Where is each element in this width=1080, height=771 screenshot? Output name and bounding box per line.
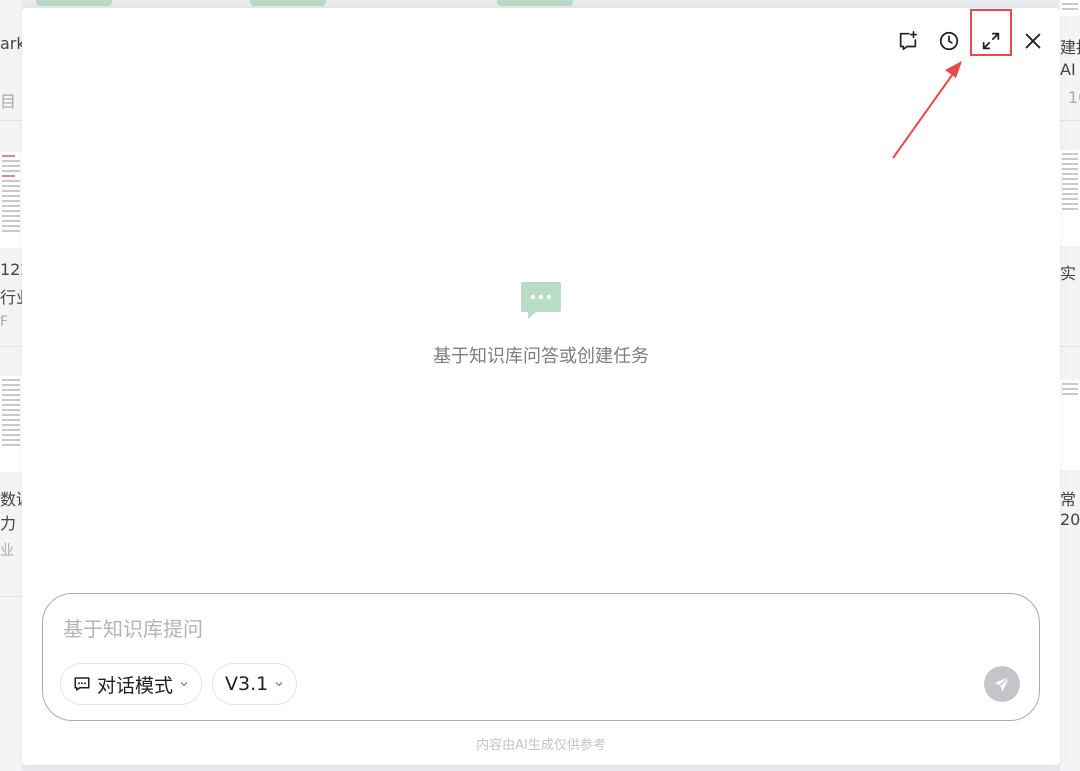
bg-tag	[250, 0, 326, 6]
ai-disclaimer: 内容由AI生成仅供参考	[476, 738, 606, 753]
send-icon	[994, 676, 1010, 692]
panel-toolbar	[892, 25, 1052, 57]
bg-tag	[497, 0, 573, 6]
version-label: V3.1	[225, 673, 269, 695]
background-left-column: ark 目 122 行业 F 数课 力 业	[0, 0, 22, 771]
question-input[interactable]	[61, 608, 965, 650]
bg-thumbnail	[0, 376, 22, 472]
mode-selector[interactable]: 对话模式	[60, 663, 203, 705]
bg-divider	[1060, 120, 1080, 121]
bg-text: 数课	[0, 490, 22, 509]
bg-text: 行业	[0, 288, 22, 307]
clock-icon	[939, 31, 959, 51]
bg-divider	[0, 596, 22, 597]
bg-thumbnail	[0, 152, 22, 248]
history-button[interactable]	[933, 25, 965, 57]
background-right-column: 建投 AI 10 实 常 201	[1060, 0, 1080, 771]
composer: 对话模式 V3.1	[42, 593, 1040, 721]
bg-divider	[0, 346, 22, 347]
bg-text: 建投	[1060, 38, 1080, 57]
bg-text: 力	[0, 514, 17, 533]
expand-icon	[982, 32, 1000, 50]
chat-mode-icon	[74, 677, 90, 691]
bg-text: 实	[1060, 264, 1077, 283]
chevron-down-icon	[275, 682, 283, 687]
chat-plus-icon	[899, 31, 918, 51]
bg-thumbnail	[1060, 150, 1080, 246]
bg-text: AI	[1060, 60, 1076, 79]
bg-text: 201	[1060, 510, 1080, 529]
new-chat-button[interactable]	[892, 25, 924, 57]
bg-text: 122	[0, 260, 22, 279]
close-icon	[1025, 33, 1041, 49]
empty-state: 基于知识库问答或创建任务	[22, 280, 1060, 368]
bg-text: ark	[0, 34, 22, 53]
bg-divider	[1060, 346, 1080, 347]
chat-bubble-icon	[521, 282, 561, 319]
bg-text: 常	[1060, 490, 1077, 509]
close-button[interactable]	[1017, 25, 1049, 57]
bg-text: 业	[0, 543, 14, 559]
bg-tag	[36, 0, 112, 6]
bg-thumbnail	[1060, 0, 1080, 16]
chevron-down-icon	[180, 682, 188, 687]
bg-text: 10	[1068, 88, 1080, 107]
bg-thumbnail	[1060, 380, 1080, 470]
send-button[interactable]	[984, 666, 1020, 702]
expand-button[interactable]	[975, 25, 1007, 57]
bg-divider	[0, 120, 22, 121]
ai-assistant-panel: 基于知识库问答或创建任务 对话模式 V3.1 内容由AI生成仅供参考	[22, 8, 1060, 765]
version-selector[interactable]: V3.1	[212, 663, 298, 705]
bg-text: 目	[0, 92, 17, 111]
bg-text: F	[0, 314, 9, 330]
mode-label: 对话模式	[97, 674, 174, 697]
empty-state-text: 基于知识库问答或创建任务	[433, 346, 649, 367]
